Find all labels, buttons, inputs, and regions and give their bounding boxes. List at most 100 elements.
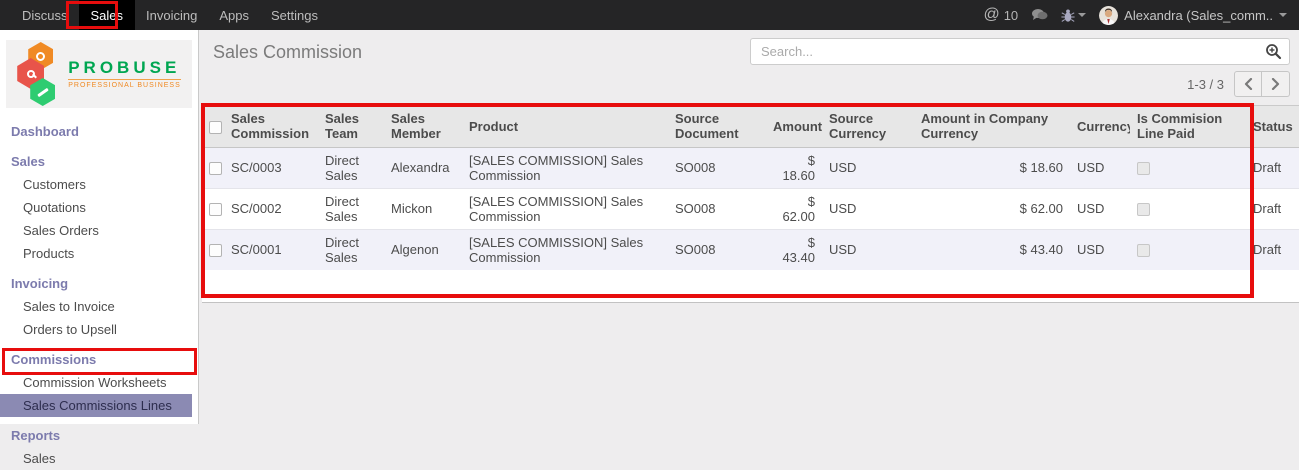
nav-item-settings[interactable]: Settings	[260, 0, 329, 30]
sidebar-item-quotations[interactable]: Quotations	[0, 196, 198, 219]
cell-amount-company-currency: $ 43.40	[914, 229, 1070, 270]
debug-menu-button[interactable]	[1061, 8, 1086, 23]
select-all-checkbox[interactable]	[209, 121, 222, 134]
cell-is-paid	[1130, 188, 1246, 229]
chevron-down-icon	[1078, 13, 1086, 17]
cell-amount-company-currency: $ 62.00	[914, 188, 1070, 229]
cell-sales-member: Mickon	[384, 188, 462, 229]
sidebar: PROBUSE PROFESSIONAL BUSINESS Dashboard …	[0, 30, 199, 424]
chevron-down-icon	[1279, 13, 1287, 17]
search-icon	[1265, 43, 1282, 60]
column-header-sales-commission[interactable]: Sales Commission	[224, 106, 318, 147]
cell-product: [SALES COMMISSION] Sales Commission	[462, 229, 668, 270]
nav-item-sales[interactable]: Sales	[79, 0, 136, 30]
cell-source-currency: USD	[822, 188, 914, 229]
sidebar-item-reports-sales[interactable]: Sales	[0, 447, 198, 470]
column-header-amount[interactable]: Amount	[766, 106, 822, 147]
cell-status: Draft	[1246, 229, 1299, 270]
advanced-search-button[interactable]	[1257, 39, 1289, 64]
table-row[interactable]: SC/0003 Direct Sales Alexandra [SALES CO…	[202, 147, 1299, 188]
main-content: Sales Commission 1-3 / 3	[200, 30, 1299, 424]
mentions-indicator[interactable]: @ 10	[983, 7, 1018, 23]
sidebar-item-sales-orders[interactable]: Sales Orders	[0, 219, 198, 242]
pager-previous-button[interactable]	[1234, 71, 1262, 97]
row-select-cell	[202, 147, 224, 188]
pager-next-button[interactable]	[1262, 71, 1290, 97]
column-header-currency[interactable]: Currency	[1070, 106, 1130, 147]
nav-item-label: Invoicing	[146, 8, 197, 23]
nav-item-apps[interactable]: Apps	[208, 0, 260, 30]
messages-button[interactable]	[1031, 8, 1048, 22]
sidebar-item-sales-to-invoice[interactable]: Sales to Invoice	[0, 295, 198, 318]
cell-sales-commission: SC/0002	[224, 188, 318, 229]
column-header-product[interactable]: Product	[462, 106, 668, 147]
cell-status: Draft	[1246, 147, 1299, 188]
mention-count: 10	[1004, 8, 1018, 23]
sidebar-item-customers[interactable]: Customers	[0, 173, 198, 196]
paid-checkbox	[1137, 203, 1150, 216]
cell-sales-team: Direct Sales	[318, 229, 384, 270]
nav-item-invoicing[interactable]: Invoicing	[135, 0, 208, 30]
pager: 1-3 / 3	[1187, 71, 1290, 97]
chevron-left-icon	[1244, 78, 1253, 90]
sidebar-section-commissions[interactable]: Commissions	[0, 348, 198, 371]
cell-currency: USD	[1070, 229, 1130, 270]
row-select-cell	[202, 188, 224, 229]
list-view: Sales Commission Sales Team Sales Member…	[202, 105, 1299, 303]
sidebar-item-commission-worksheets[interactable]: Commission Worksheets	[0, 371, 198, 394]
chat-bubble-icon	[1031, 8, 1048, 22]
user-name: Alexandra (Sales_comm..	[1124, 8, 1273, 23]
logo-tagline: PROFESSIONAL BUSINESS	[68, 79, 181, 89]
logo-hexagons	[17, 42, 61, 106]
row-select-cell	[202, 229, 224, 270]
cell-sales-commission: SC/0001	[224, 229, 318, 270]
nav-item-label: Discuss	[22, 8, 68, 23]
table-row[interactable]: SC/0002 Direct Sales Mickon [SALES COMMI…	[202, 188, 1299, 229]
commission-lines-table: Sales Commission Sales Team Sales Member…	[202, 106, 1299, 270]
row-select-checkbox[interactable]	[209, 244, 222, 257]
page-title: Sales Commission	[213, 42, 362, 63]
sidebar-item-dashboard[interactable]: Dashboard	[0, 120, 198, 143]
sidebar-item-sales-commissions-lines[interactable]: Sales Commissions Lines	[0, 394, 192, 417]
nav-item-label: Settings	[271, 8, 318, 23]
column-header-source-currency[interactable]: Source Currency	[822, 106, 914, 147]
cell-product: [SALES COMMISSION] Sales Commission	[462, 188, 668, 229]
sidebar-section-reports[interactable]: Reports	[0, 424, 198, 447]
pager-range: 1-3 / 3	[1187, 77, 1224, 92]
column-header-is-commision-line-paid[interactable]: Is Commision Line Paid	[1130, 106, 1246, 147]
sidebar-section-invoicing[interactable]: Invoicing	[0, 272, 198, 295]
table-row[interactable]: SC/0001 Direct Sales Algenon [SALES COMM…	[202, 229, 1299, 270]
cell-source-document: SO008	[668, 229, 766, 270]
app-menu: Discuss Sales Invoicing Apps Settings	[0, 0, 329, 30]
search-box	[750, 38, 1290, 65]
nav-item-discuss[interactable]: Discuss	[11, 0, 79, 30]
cell-amount-company-currency: $ 18.60	[914, 147, 1070, 188]
column-header-amount-company-currency[interactable]: Amount in Company Currency	[914, 106, 1070, 147]
cell-sales-team: Direct Sales	[318, 188, 384, 229]
column-header-sales-team[interactable]: Sales Team	[318, 106, 384, 147]
paid-checkbox	[1137, 244, 1150, 257]
cell-sales-team: Direct Sales	[318, 147, 384, 188]
logo-title: PROBUSE	[68, 59, 181, 78]
cell-source-document: SO008	[668, 147, 766, 188]
top-navbar: Discuss Sales Invoicing Apps Settings @ …	[0, 0, 1299, 30]
bug-icon	[1061, 8, 1075, 23]
cell-sales-member: Alexandra	[384, 147, 462, 188]
column-header-source-document[interactable]: Source Document	[668, 106, 766, 147]
user-menu[interactable]: Alexandra (Sales_comm..	[1099, 6, 1287, 25]
row-select-checkbox[interactable]	[209, 203, 222, 216]
search-input[interactable]	[751, 44, 1257, 59]
row-select-checkbox[interactable]	[209, 162, 222, 175]
sidebar-item-products[interactable]: Products	[0, 242, 198, 265]
cell-currency: USD	[1070, 188, 1130, 229]
sidebar-section-sales[interactable]: Sales	[0, 150, 198, 173]
at-icon: @	[983, 7, 999, 23]
cell-amount: $ 18.60	[766, 147, 822, 188]
paid-checkbox	[1137, 162, 1150, 175]
cell-currency: USD	[1070, 147, 1130, 188]
column-header-status[interactable]: Status	[1246, 106, 1299, 147]
cell-is-paid	[1130, 229, 1246, 270]
column-header-sales-member[interactable]: Sales Member	[384, 106, 462, 147]
cell-sales-member: Algenon	[384, 229, 462, 270]
sidebar-item-orders-to-upsell[interactable]: Orders to Upsell	[0, 318, 198, 341]
